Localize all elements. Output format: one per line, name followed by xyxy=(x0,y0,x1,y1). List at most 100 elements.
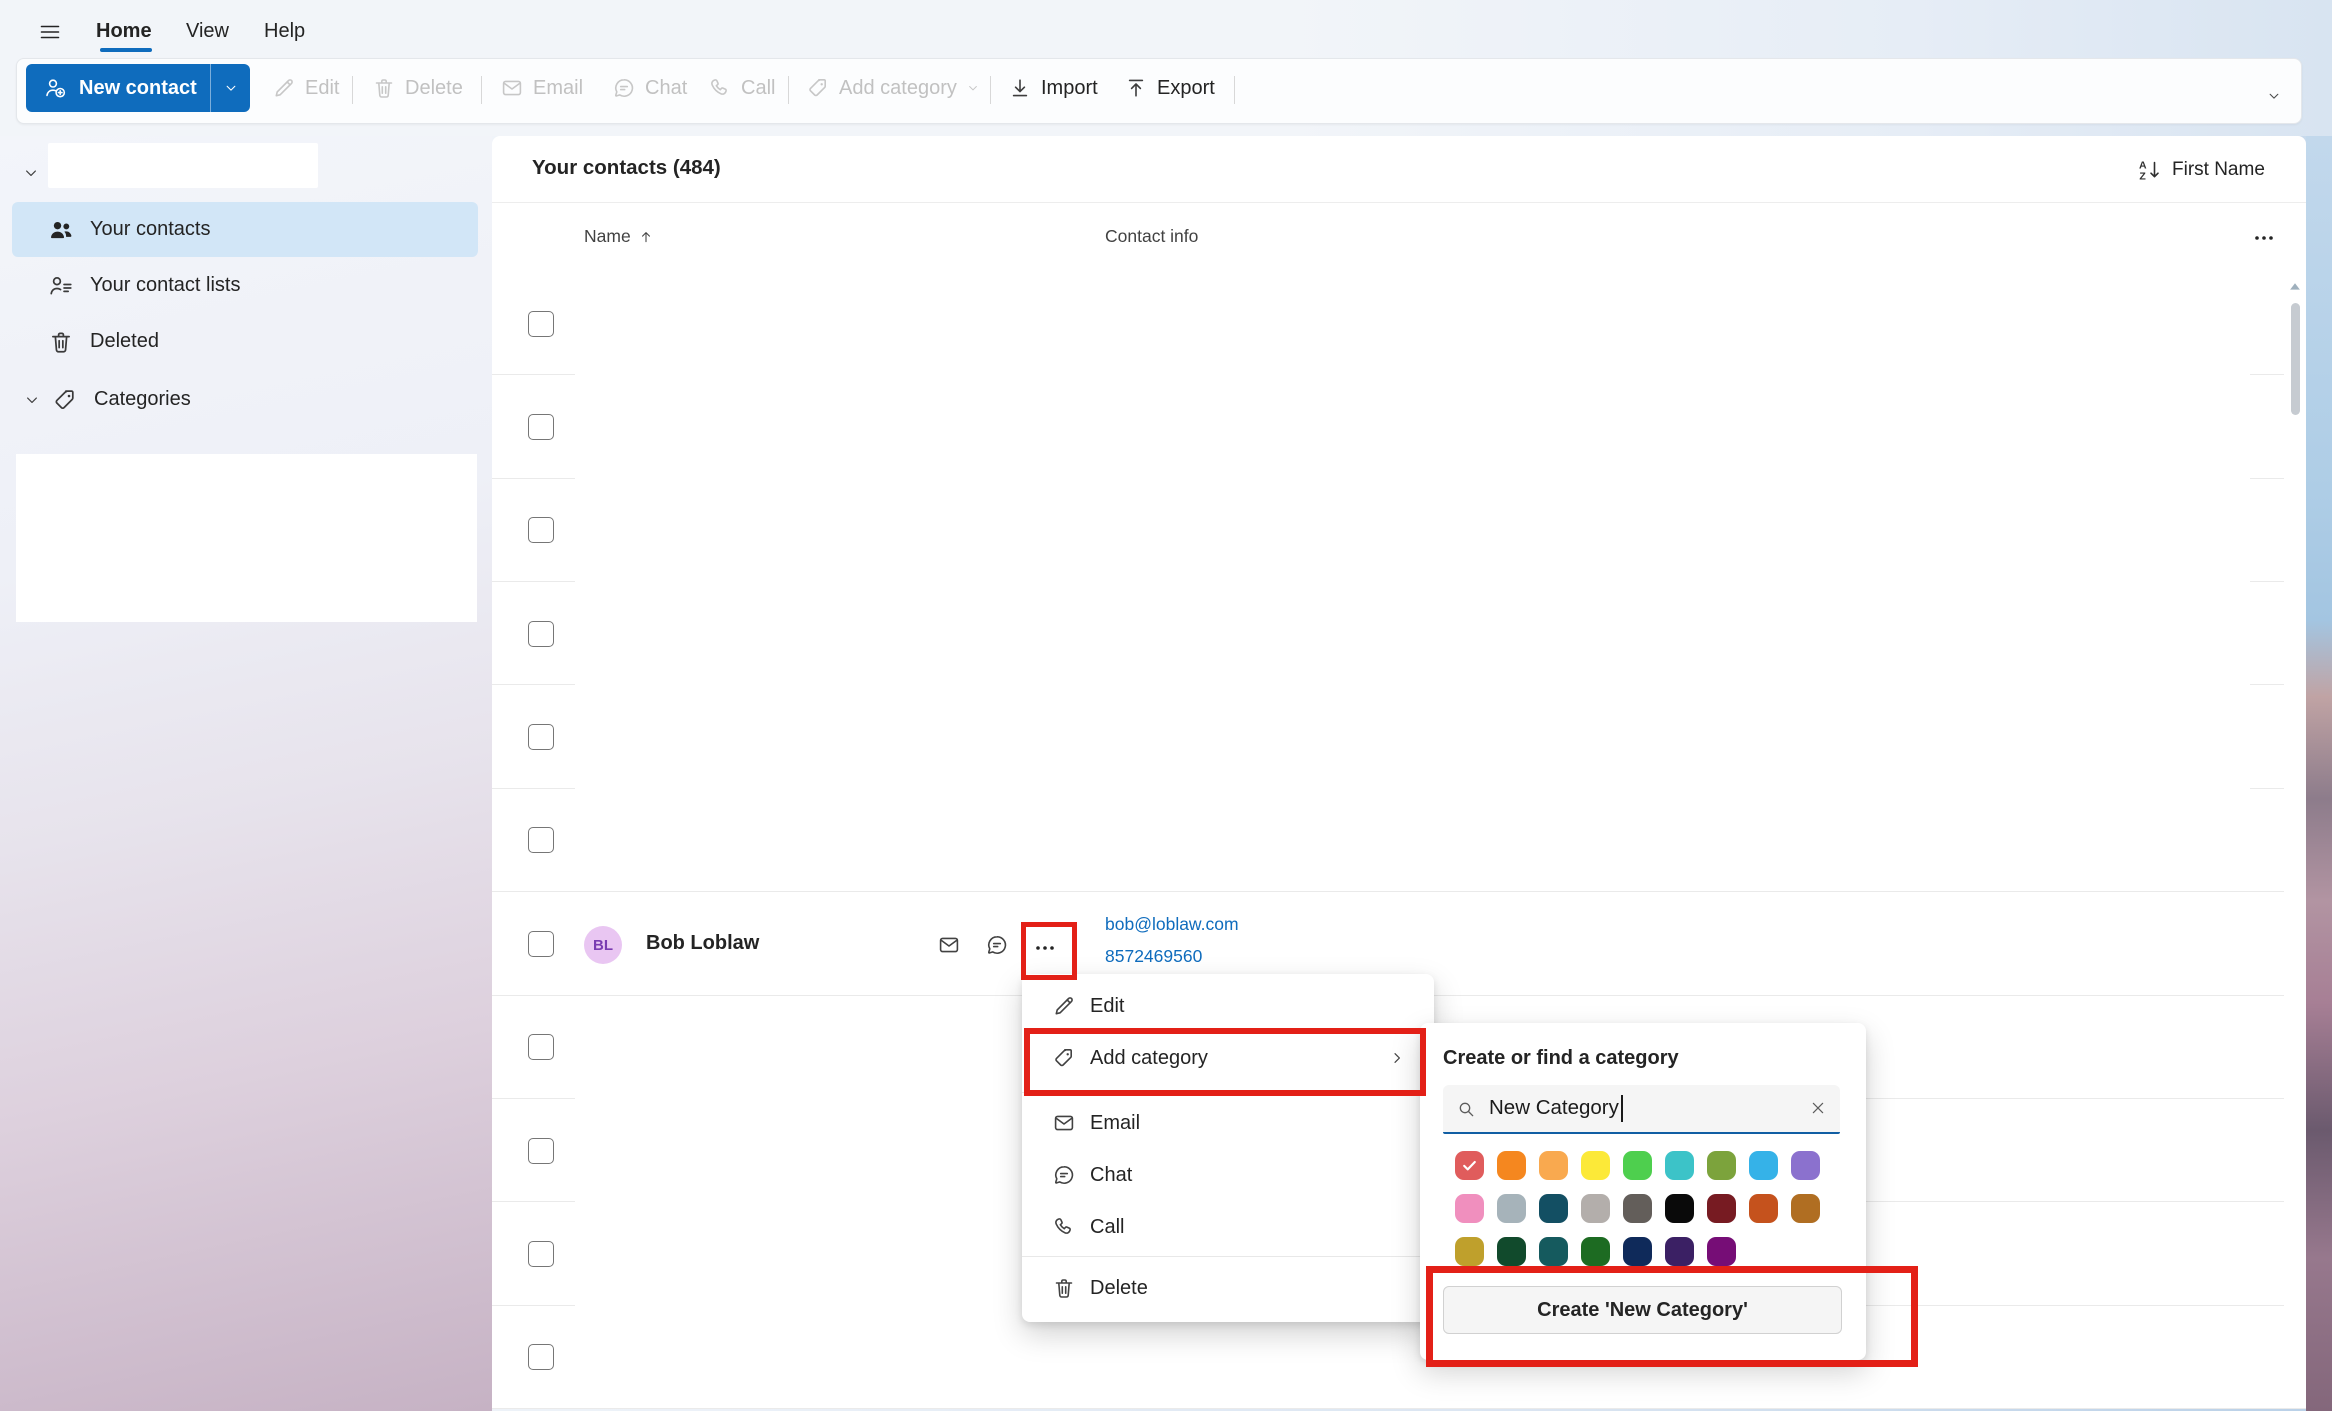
tab-home[interactable]: Home xyxy=(96,10,152,52)
row-email-button[interactable] xyxy=(937,933,961,962)
category-color-swatch[interactable] xyxy=(1581,1151,1610,1180)
tab-help-label: Help xyxy=(264,20,305,43)
tab-help[interactable]: Help xyxy=(264,10,305,52)
triangle-up-icon xyxy=(2286,278,2304,296)
category-color-swatch[interactable] xyxy=(1707,1151,1736,1180)
chevron-right-icon xyxy=(1388,1049,1406,1067)
row-checkbox[interactable] xyxy=(528,724,554,750)
account-collapse-chevron[interactable] xyxy=(22,164,42,184)
tab-view[interactable]: View xyxy=(186,10,229,52)
category-color-swatch[interactable] xyxy=(1581,1237,1610,1266)
toolbar-edit-button[interactable]: Edit xyxy=(272,64,339,112)
redacted-categories-block xyxy=(16,454,477,622)
menu-item-call[interactable]: Call xyxy=(1022,1202,1434,1252)
toolbar-chat-button[interactable]: Chat xyxy=(612,64,687,112)
clear-search-button[interactable] xyxy=(1796,1099,1827,1122)
column-name-label: Name xyxy=(584,226,631,247)
toolbar-delete-button[interactable]: Delete xyxy=(372,64,463,112)
toolbar-export-button[interactable]: Export xyxy=(1124,64,1215,112)
hamburger-button[interactable] xyxy=(34,16,66,48)
row-more-button[interactable] xyxy=(1033,936,1057,965)
row-chat-button[interactable] xyxy=(985,933,1009,962)
context-menu: Edit Add category Email Chat Call Delete xyxy=(1022,974,1434,1322)
sidebar-item-your-contacts[interactable]: Your contacts xyxy=(12,202,478,257)
row-checkbox[interactable] xyxy=(528,931,554,957)
category-color-swatch[interactable] xyxy=(1581,1194,1610,1223)
category-color-swatch[interactable] xyxy=(1665,1151,1694,1180)
row-checkbox[interactable] xyxy=(528,827,554,853)
create-category-button[interactable]: Create 'New Category' xyxy=(1443,1286,1842,1334)
list-options-button[interactable] xyxy=(2252,226,2276,255)
contact-phone-link[interactable]: 8572469560 xyxy=(1105,946,1202,967)
category-color-swatch[interactable] xyxy=(1539,1237,1568,1266)
toolbar-divider xyxy=(481,76,482,104)
people-icon xyxy=(48,217,74,243)
category-color-swatch[interactable] xyxy=(1707,1237,1736,1266)
row-checkbox[interactable] xyxy=(528,311,554,337)
redacted-rows-block xyxy=(575,274,2250,890)
toolbar-divider xyxy=(1234,76,1235,104)
row-checkbox[interactable] xyxy=(528,414,554,440)
category-color-swatch[interactable] xyxy=(1497,1194,1526,1223)
category-color-swatch[interactable] xyxy=(1623,1151,1652,1180)
toolbar-chat-label: Chat xyxy=(645,77,687,100)
menu-item-email[interactable]: Email xyxy=(1022,1098,1434,1148)
more-dots-icon xyxy=(1033,936,1057,960)
category-color-swatch[interactable] xyxy=(1791,1151,1820,1180)
toolbar-email-button[interactable]: Email xyxy=(500,64,583,112)
contact-email-link[interactable]: bob@loblaw.com xyxy=(1105,914,1239,935)
close-icon xyxy=(1809,1099,1827,1117)
sidebar-item-deleted[interactable]: Deleted xyxy=(12,314,478,369)
category-search-input[interactable]: New Category xyxy=(1443,1085,1840,1134)
new-contact-label: New contact xyxy=(79,77,197,100)
category-color-swatch-selected[interactable] xyxy=(1455,1151,1484,1180)
toolbar-delete-label: Delete xyxy=(405,77,463,100)
flyout-title: Create or find a category xyxy=(1443,1047,1679,1070)
menu-item-edit[interactable]: Edit xyxy=(1022,982,1434,1030)
category-color-swatch[interactable] xyxy=(1539,1151,1568,1180)
sidebar-item-categories[interactable]: Categories xyxy=(12,372,478,427)
sidebar-item-your-contact-lists[interactable]: Your contact lists xyxy=(12,258,478,313)
contact-name[interactable]: Bob Loblaw xyxy=(646,932,759,955)
category-color-swatch[interactable] xyxy=(1665,1194,1694,1223)
row-checkbox[interactable] xyxy=(528,1241,554,1267)
new-contact-dropdown[interactable] xyxy=(211,64,250,112)
menu-item-add-category[interactable]: Add category xyxy=(1022,1032,1434,1084)
row-checkbox[interactable] xyxy=(528,1344,554,1370)
scrollbar-thumb[interactable] xyxy=(2291,303,2300,415)
category-color-swatch[interactable] xyxy=(1623,1237,1652,1266)
chevron-down-icon xyxy=(223,80,239,96)
menu-item-label: Email xyxy=(1090,1112,1140,1135)
toolbar-add-category-button[interactable]: Add category xyxy=(806,64,980,112)
category-color-swatch[interactable] xyxy=(1455,1194,1484,1223)
toolbar-add-category-label: Add category xyxy=(839,77,957,100)
category-color-swatch[interactable] xyxy=(1623,1194,1652,1223)
row-checkbox[interactable] xyxy=(528,1138,554,1164)
category-color-swatch[interactable] xyxy=(1791,1194,1820,1223)
row-checkbox[interactable] xyxy=(528,621,554,647)
category-color-swatch[interactable] xyxy=(1497,1237,1526,1266)
sort-control[interactable]: AZ First Name xyxy=(2138,158,2265,182)
category-color-swatch[interactable] xyxy=(1665,1237,1694,1266)
row-checkbox[interactable] xyxy=(528,1034,554,1060)
row-checkbox[interactable] xyxy=(528,517,554,543)
toolbar-call-button[interactable]: Call xyxy=(708,64,775,112)
sort-ascending-icon xyxy=(638,229,654,245)
scrollbar-up-button[interactable] xyxy=(2286,278,2304,301)
menu-item-chat[interactable]: Chat xyxy=(1022,1150,1434,1200)
category-color-swatch[interactable] xyxy=(1455,1237,1484,1266)
category-color-swatch[interactable] xyxy=(1707,1194,1736,1223)
column-header-name[interactable]: Name xyxy=(584,226,654,247)
new-contact-button[interactable]: New contact xyxy=(26,64,250,112)
category-color-swatch[interactable] xyxy=(1749,1194,1778,1223)
category-color-swatch[interactable] xyxy=(1539,1194,1568,1223)
toolbar-import-button[interactable]: Import xyxy=(1008,64,1098,112)
tab-home-label: Home xyxy=(96,20,152,43)
toolbar-overflow-button[interactable] xyxy=(2262,84,2286,108)
category-color-swatch[interactable] xyxy=(1497,1151,1526,1180)
menu-item-delete[interactable]: Delete xyxy=(1022,1262,1434,1314)
category-color-swatch[interactable] xyxy=(1749,1151,1778,1180)
search-value: New Category xyxy=(1489,1095,1623,1122)
arrow-upload-icon xyxy=(1124,76,1148,100)
chat-icon xyxy=(612,76,636,100)
